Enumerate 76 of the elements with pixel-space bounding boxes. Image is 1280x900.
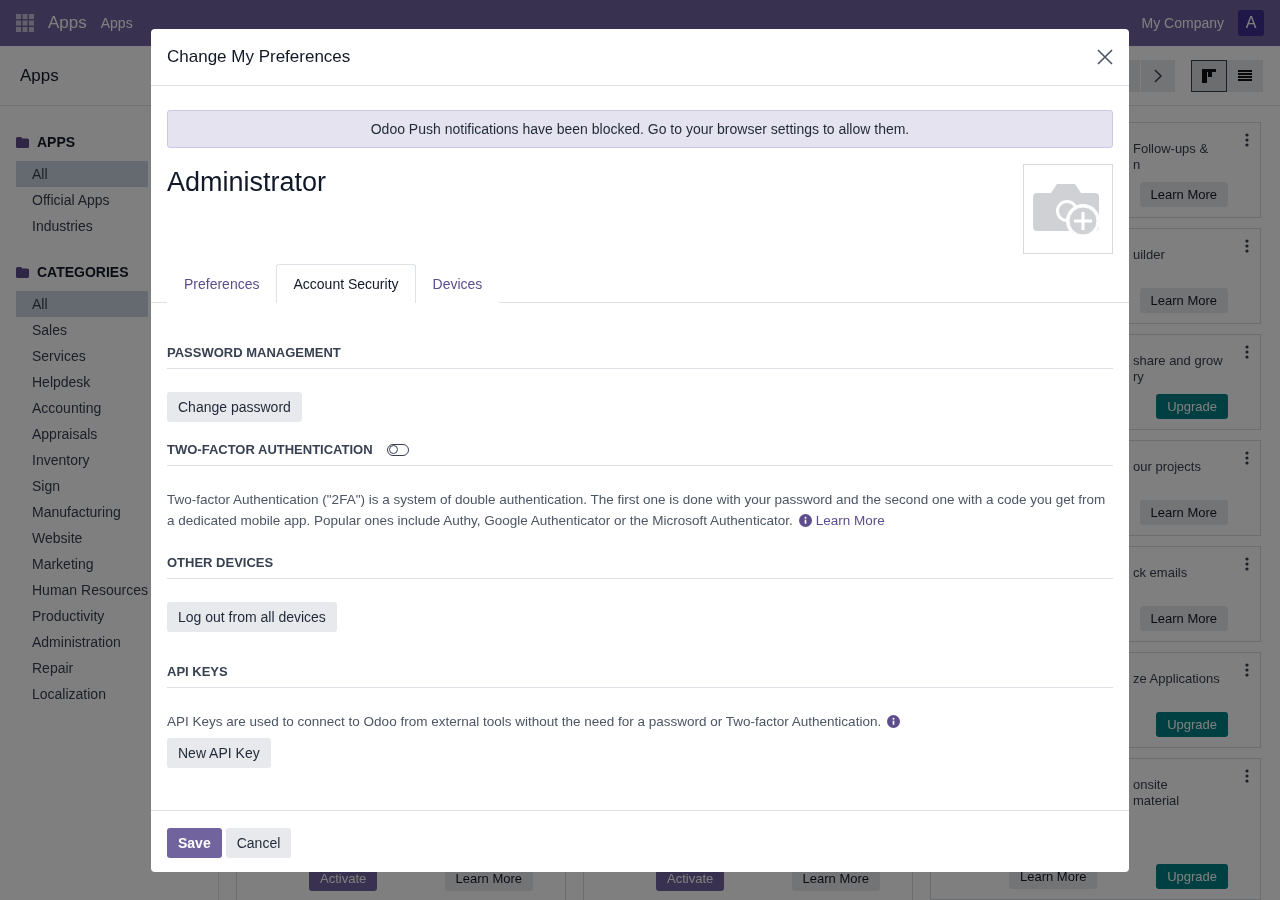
sidebar-item[interactable]: Sign <box>16 473 148 499</box>
app-description: material <box>1133 793 1181 809</box>
app-description: onsite <box>1133 777 1169 793</box>
app-description: n <box>1133 157 1142 173</box>
learn-more-button[interactable]: Learn More <box>1139 288 1228 313</box>
kebab-menu-icon[interactable] <box>1245 239 1249 253</box>
section-heading: API KEYS <box>167 664 228 679</box>
action-button[interactable]: Change password <box>167 392 302 422</box>
app-description: share and grow <box>1133 353 1224 369</box>
list-view-button[interactable] <box>1227 59 1263 92</box>
action-button[interactable]: Log out from all devices <box>167 602 337 632</box>
sidebar-item[interactable]: Administration <box>16 629 148 655</box>
section-heading: TWO-FACTOR AUTHENTICATION <box>167 442 373 457</box>
sidebar-item[interactable]: All <box>16 291 148 317</box>
folder-icon <box>16 136 29 148</box>
sidebar-item[interactable]: Productivity <box>16 603 148 629</box>
sidebar-item[interactable]: Services <box>16 343 148 369</box>
sidebar-item[interactable]: Industries <box>16 213 148 239</box>
sidebar-item[interactable]: Helpdesk <box>16 369 148 395</box>
chevron-right-icon <box>1154 68 1162 83</box>
sidebar-item[interactable]: Manufacturing <box>16 499 148 525</box>
sidebar-item[interactable]: Website <box>16 525 148 551</box>
app-description: ze Applications <box>1133 671 1221 687</box>
list-icon <box>1238 69 1252 82</box>
section-heading: PASSWORD MANAGEMENT <box>167 345 341 360</box>
notification-alert: Odoo Push notifications have been blocked. Go to your browser settings to allow them. <box>167 110 1113 148</box>
upgrade-button[interactable]: Upgrade <box>1156 712 1228 737</box>
app-description: our projects <box>1133 459 1202 475</box>
sidebar-item[interactable]: All <box>16 161 148 187</box>
breadcrumb: Apps <box>20 65 59 86</box>
sidebar-item[interactable]: Inventory <box>16 447 148 473</box>
app-description: uilder <box>1133 247 1166 263</box>
kebab-menu-icon[interactable] <box>1245 133 1249 147</box>
sidebar-section-title: CATEGORIES <box>37 264 129 280</box>
app-title: Apps <box>48 13 87 33</box>
section-heading: OTHER DEVICES <box>167 555 274 570</box>
sidebar-item[interactable]: Appraisals <box>16 421 148 447</box>
info-icon <box>798 514 812 527</box>
user-avatar[interactable]: A <box>1238 10 1264 36</box>
sidebar-item[interactable]: Localization <box>16 681 148 707</box>
upgrade-button[interactable]: Upgrade <box>1156 394 1228 419</box>
action-button[interactable]: New API Key <box>167 738 271 768</box>
tab[interactable]: Account Security <box>276 264 416 303</box>
app-description: ry <box>1133 369 1145 385</box>
sidebar-item[interactable]: Sales <box>16 317 148 343</box>
save-button[interactable]: Save <box>167 828 222 858</box>
company-switcher[interactable]: My Company <box>1141 15 1224 31</box>
next-page-button[interactable] <box>1141 59 1175 92</box>
kebab-menu-icon[interactable] <box>1245 769 1249 783</box>
sidebar-section-title: APPS <box>37 134 76 150</box>
sidebar-item[interactable]: Human Resources <box>16 577 148 603</box>
learn-more-button[interactable]: Learn More <box>1139 606 1228 631</box>
dialog-title: Change My Preferences <box>167 47 351 67</box>
learn-more-button[interactable]: Learn More <box>1139 182 1228 207</box>
sidebar-item[interactable]: Repair <box>16 655 148 681</box>
kanban-icon <box>1202 68 1216 83</box>
cancel-button[interactable]: Cancel <box>225 828 292 858</box>
app-description: ck emails <box>1133 565 1189 581</box>
kanban-view-button[interactable] <box>1191 59 1227 92</box>
navbar-menu-item[interactable]: Apps <box>100 15 133 31</box>
kebab-menu-icon[interactable] <box>1245 663 1249 677</box>
kebab-menu-icon[interactable] <box>1245 557 1249 571</box>
description-text: Two-factor Authentication ("2FA") is a system of double authentication. The first one is done with your password and the second one with a code you get from a dedicated mobile app. Popular ones include Authy, Google Authenticator or the Microsoft Authenticator. Learn More <box>167 491 1107 530</box>
app-description: Follow-ups & <box>1133 141 1210 157</box>
upgrade-button[interactable]: Upgrade <box>1156 864 1228 889</box>
kebab-menu-icon[interactable] <box>1245 345 1249 359</box>
description-text: API Keys are used to connect to Odoo from external tools without the need for a password or Two-factor Authentication. <box>167 711 1113 732</box>
learn-more-link[interactable]: Learn More <box>815 513 885 528</box>
learn-more-button[interactable]: Learn More <box>1139 500 1228 525</box>
folder-icon <box>16 266 29 278</box>
user-name: Administrator <box>167 167 327 199</box>
kebab-menu-icon[interactable] <box>1245 451 1249 465</box>
sidebar-item[interactable]: Marketing <box>16 551 148 577</box>
sidebar-item[interactable]: Accounting <box>16 395 148 421</box>
close-button[interactable] <box>1097 49 1113 65</box>
sidebar-item[interactable]: Official Apps <box>16 187 148 213</box>
